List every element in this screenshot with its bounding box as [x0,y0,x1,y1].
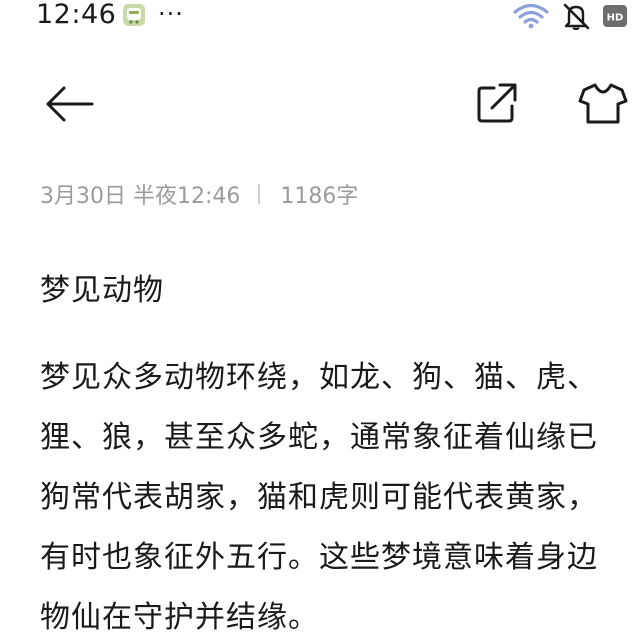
note-meta: 3月30日 半夜12:46 1186字 [40,178,358,210]
note-date: 3月30日 半夜12:46 [40,184,241,209]
mute-icon [561,2,591,30]
more-notifications-icon: ··· [158,0,184,28]
status-bar: 12:46 ··· HD [0,0,633,34]
body-line: 梦见众多动物环绕，如龙、狗、猫、虎、 [40,360,598,395]
note-body[interactable]: 梦见众多动物环绕，如龙、狗、猫、虎、 狸、狼，甚至众多蛇，通常象征着仙缘已 狗常… [40,348,633,636]
back-arrow-icon [46,86,94,122]
wifi-icon [513,3,549,29]
note-toolbar [0,70,633,140]
note-screen: 12:46 ··· HD 3月30日 半夜12:46 1186字 梦见动物 梦见… [0,0,633,636]
word-count: 1186字 [280,184,359,209]
tshirt-icon [578,83,628,124]
app-notification-icon [123,4,145,26]
body-line: 物仙在守护并结缘。 [40,600,319,635]
share-icon [477,83,517,123]
note-title[interactable]: 梦见动物 [40,265,164,309]
status-time: 12:46 [36,0,117,30]
body-line: 狗常代表胡家，猫和虎则可能代表黄家， [40,480,598,515]
hd-icon: HD [603,5,627,27]
theme-button[interactable] [578,80,630,126]
status-icons: HD [513,2,627,30]
meta-divider [258,184,261,204]
back-button[interactable] [44,84,96,124]
body-line: 有时也象征外五行。这些梦境意味着身边 [40,540,598,575]
hd-label: HD [607,13,624,24]
share-button[interactable] [474,80,520,126]
body-line: 狸、狼，甚至众多蛇，通常象征着仙缘已 [40,420,598,455]
